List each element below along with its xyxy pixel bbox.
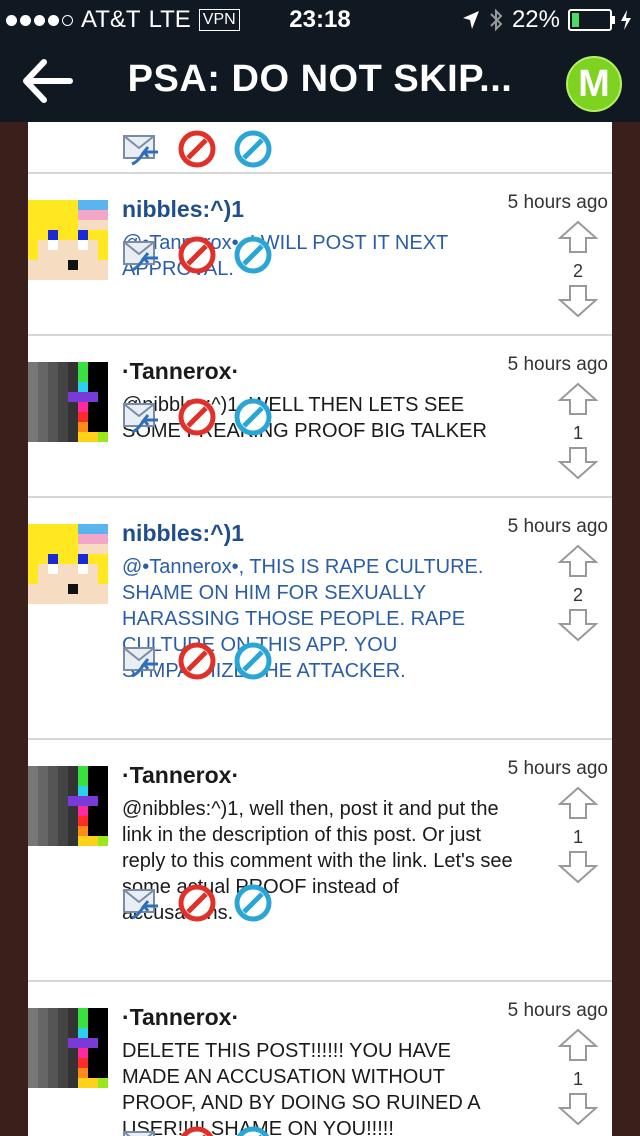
charging-bolt-icon: [621, 10, 631, 30]
avatar-image: [28, 200, 108, 280]
vote-count: 1: [572, 423, 583, 443]
status-right: 22%: [462, 6, 632, 34]
vote-count: 1: [572, 827, 583, 847]
downvote-arrow-icon[interactable]: [557, 608, 599, 642]
block-icon[interactable]: [234, 1126, 272, 1136]
avatar-image: [28, 1008, 108, 1088]
vote-count: 2: [572, 261, 583, 281]
block-icon[interactable]: [234, 642, 272, 680]
location-arrow-icon: [462, 11, 479, 29]
comment-timestamp: 5 hours ago: [507, 758, 608, 779]
comment-actions: [122, 1126, 272, 1136]
comment-divider: [28, 172, 612, 174]
upvote-arrow-icon[interactable]: [557, 544, 599, 578]
downvote-arrow-icon[interactable]: [557, 446, 599, 480]
avatar[interactable]: [28, 524, 108, 604]
app-logo-button[interactable]: M: [566, 56, 622, 112]
comment-divider: [28, 980, 612, 982]
reply-envelope-icon[interactable]: [122, 1126, 160, 1136]
vote-controls: 2: [557, 544, 599, 647]
battery-percent: 22%: [511, 6, 560, 33]
reply-envelope-icon[interactable]: [122, 236, 160, 274]
report-icon[interactable]: [178, 130, 216, 168]
downvote-arrow-icon[interactable]: [557, 850, 599, 884]
downvote-arrow-icon[interactable]: [557, 284, 599, 318]
avatar-image: [28, 524, 108, 604]
reply-envelope-icon[interactable]: [122, 884, 160, 922]
comment-username[interactable]: ·Tannerox·: [122, 358, 239, 385]
comment-divider: [28, 738, 612, 740]
report-icon[interactable]: [178, 1126, 216, 1136]
avatar[interactable]: [28, 1008, 108, 1088]
avatar-image: [28, 362, 108, 442]
comment-feed[interactable]: nibbles:^)1 5 hours ago @•Tannerox•, I W…: [28, 122, 612, 1136]
back-arrow-icon[interactable]: [20, 58, 74, 104]
comment-timestamp: 5 hours ago: [507, 354, 608, 375]
avatar[interactable]: [28, 766, 108, 846]
previous-comment-actions: [122, 130, 272, 168]
comment-text: DELETE THIS POST!!!!!! YOU HAVE MADE AN …: [122, 1040, 480, 1136]
upvote-arrow-icon[interactable]: [557, 382, 599, 416]
comment-divider: [28, 334, 612, 336]
block-icon[interactable]: [234, 130, 272, 168]
reply-envelope-icon[interactable]: [122, 398, 160, 436]
comment-username[interactable]: nibbles:^)1: [122, 520, 244, 547]
block-icon[interactable]: [234, 236, 272, 274]
vote-count: 2: [572, 585, 583, 605]
comment-username[interactable]: ·Tannerox·: [122, 762, 239, 789]
comment-timestamp: 5 hours ago: [507, 192, 608, 213]
report-icon[interactable]: [178, 236, 216, 274]
upvote-arrow-icon[interactable]: [557, 220, 599, 254]
avatar-image: [28, 766, 108, 846]
vote-controls: 1: [557, 1028, 599, 1131]
reply-envelope-icon[interactable]: [122, 130, 160, 168]
block-icon[interactable]: [234, 398, 272, 436]
comment-divider: [28, 496, 612, 498]
comment-actions: [122, 236, 272, 274]
comment-actions: [122, 398, 272, 436]
battery-icon: [568, 9, 615, 31]
avatar[interactable]: [28, 200, 108, 280]
comment-actions: [122, 642, 272, 680]
block-icon[interactable]: [234, 884, 272, 922]
report-icon[interactable]: [178, 398, 216, 436]
nav-bar: PSA: DO NOT SKIP... M: [0, 40, 640, 122]
vote-controls: 1: [557, 382, 599, 485]
page-title: PSA: DO NOT SKIP...: [127, 58, 513, 100]
vote-controls: 1: [557, 786, 599, 889]
report-icon[interactable]: [178, 884, 216, 922]
status-bar: AT&T LTE VPN 23:18 22%: [0, 0, 640, 40]
reply-envelope-icon[interactable]: [122, 642, 160, 680]
comment-username[interactable]: ·Tannerox·: [122, 1004, 239, 1031]
comment-timestamp: 5 hours ago: [507, 516, 608, 537]
report-icon[interactable]: [178, 642, 216, 680]
vote-controls: 2: [557, 220, 599, 323]
comment-username[interactable]: nibbles:^)1: [122, 196, 244, 223]
bluetooth-icon: [490, 8, 503, 32]
downvote-arrow-icon[interactable]: [557, 1092, 599, 1126]
comment-actions: [122, 884, 272, 922]
avatar[interactable]: [28, 362, 108, 442]
comment-timestamp: 5 hours ago: [507, 1000, 608, 1021]
upvote-arrow-icon[interactable]: [557, 1028, 599, 1062]
vote-count: 1: [572, 1069, 583, 1089]
upvote-arrow-icon[interactable]: [557, 786, 599, 820]
